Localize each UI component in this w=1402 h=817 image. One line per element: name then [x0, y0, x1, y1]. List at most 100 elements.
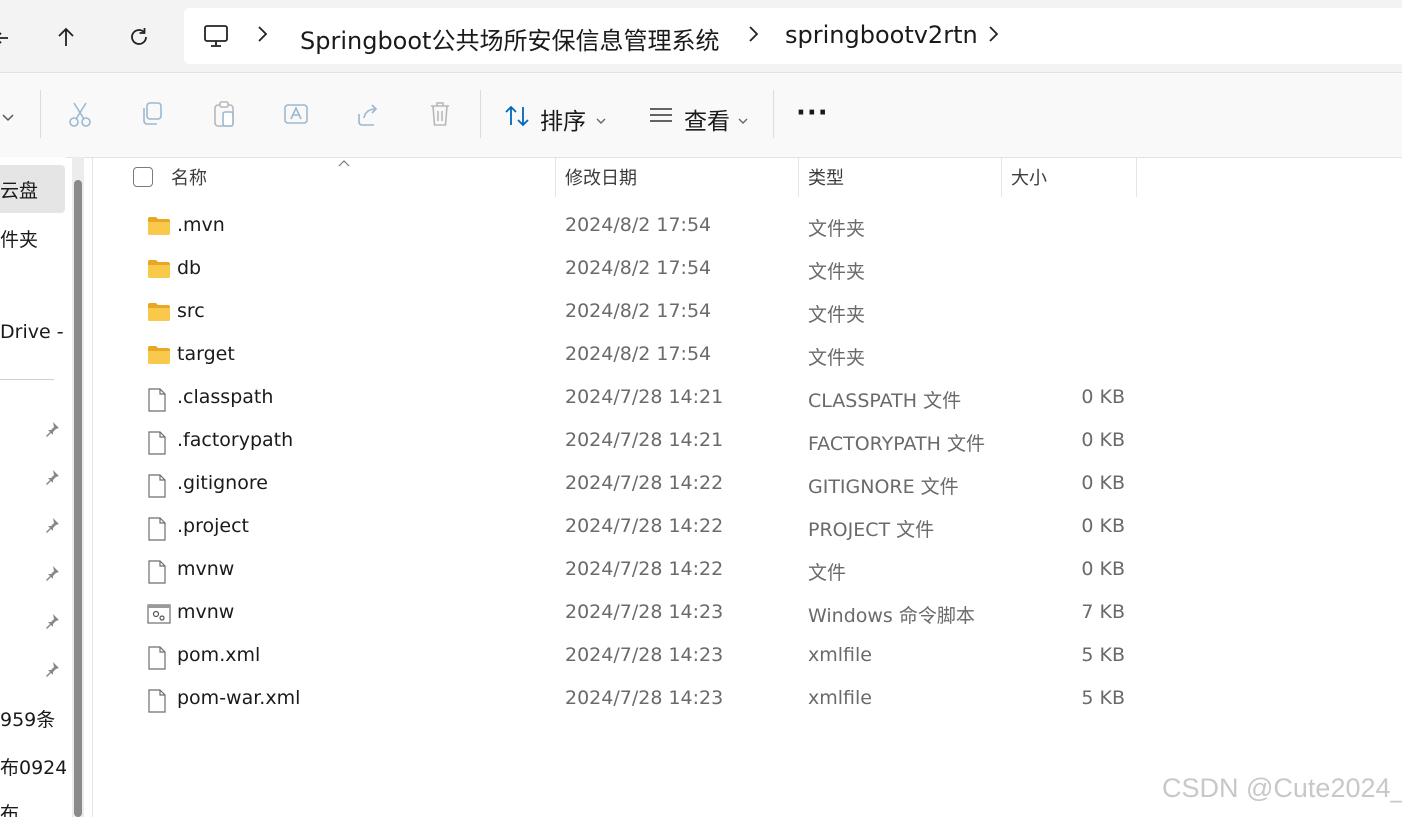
view-button[interactable]: 查看 [644, 96, 754, 136]
file-date: 2024/7/28 14:23 [565, 601, 724, 623]
view-icon [648, 106, 674, 130]
chevron-right-icon[interactable] [256, 24, 270, 50]
sort-label: 排序 [540, 109, 586, 135]
chevron-right-icon[interactable] [987, 24, 1001, 50]
pin-icon[interactable] [44, 421, 60, 437]
pin-icon[interactable] [44, 661, 60, 677]
file-icon [147, 388, 171, 412]
file-type: GITIGNORE 文件 [808, 476, 959, 498]
file-type: xmlfile [808, 644, 872, 666]
file-row[interactable]: mvnw 2024/7/28 14:22 文件 0 KB [130, 549, 1140, 592]
file-row[interactable]: .project 2024/7/28 14:22 PROJECT 文件 0 KB [130, 506, 1140, 549]
sidebar-scrollbar-thumb[interactable] [74, 180, 82, 817]
script-icon [147, 603, 171, 625]
column-divider[interactable] [798, 157, 799, 197]
view-label: 查看 [684, 109, 730, 135]
column-divider[interactable] [1001, 157, 1002, 197]
file-row[interactable]: pom.xml 2024/7/28 14:23 xmlfile 5 KB [130, 635, 1140, 678]
file-name: db [177, 257, 202, 279]
sidebar-item[interactable]: 959条 [0, 705, 55, 732]
sidebar-item-folder[interactable]: 件夹 [0, 225, 38, 252]
file-row[interactable]: .gitignore 2024/7/28 14:22 GITIGNORE 文件 0 K… [130, 463, 1140, 506]
file-row[interactable]: mvnw 2024/7/28 14:23 Windows 命令脚本 7 KB [130, 592, 1140, 635]
file-row[interactable]: .classpath 2024/7/28 14:21 CLASSPATH 文件 0 K… [130, 377, 1140, 420]
chevron-down-icon [738, 111, 748, 130]
chevron-down-icon [596, 111, 606, 130]
file-type: PROJECT 文件 [808, 519, 935, 541]
pin-icon[interactable] [44, 469, 60, 485]
file-date: 2024/8/2 17:54 [565, 343, 712, 365]
watermark: CSDN @Cute2024_ [1162, 773, 1402, 803]
refresh-icon[interactable] [121, 19, 157, 55]
file-type: 文件夹 [808, 304, 866, 326]
paste-icon[interactable] [207, 97, 241, 131]
file-name: .classpath [177, 386, 274, 408]
chevron-right-icon[interactable] [747, 24, 761, 50]
more-options-button[interactable]: ··· [796, 98, 829, 128]
computer-icon[interactable] [203, 24, 229, 52]
file-name: target [177, 343, 235, 365]
sort-button[interactable]: 排序 [500, 96, 610, 136]
file-size: 0 KB [1081, 515, 1125, 537]
share-icon[interactable] [351, 97, 385, 131]
pin-icon[interactable] [44, 613, 60, 629]
rename-icon[interactable] [279, 97, 313, 131]
delete-icon[interactable] [423, 97, 457, 131]
file-icon [147, 689, 171, 713]
file-row[interactable]: .factorypath 2024/7/28 14:21 FACTORYPATH 文… [130, 420, 1140, 463]
file-row[interactable]: target 2024/8/2 17:54 文件夹 [130, 334, 1140, 377]
sidebar-item[interactable]: 布0924 [0, 753, 66, 780]
file-type: CLASSPATH 文件 [808, 390, 962, 412]
up-arrow-icon[interactable] [48, 19, 84, 55]
file-date: 2024/8/2 17:54 [565, 214, 712, 236]
file-date: 2024/7/28 14:21 [565, 386, 724, 408]
file-name: mvnw [177, 601, 235, 623]
pin-icon[interactable] [44, 565, 60, 581]
sort-ascending-icon [338, 152, 350, 171]
toolbar-divider [480, 90, 481, 138]
chevron-down-icon[interactable] [2, 108, 14, 127]
toolbar-divider [773, 90, 774, 138]
breadcrumb-item[interactable]: Springboot公共场所安保信息管理系统 [300, 21, 719, 56]
cut-icon[interactable] [63, 97, 97, 131]
sidebar-item-cloud[interactable]: 云盘 [0, 176, 38, 203]
folder-icon [147, 216, 171, 238]
file-row[interactable]: .mvn 2024/8/2 17:54 文件夹 [130, 205, 1140, 248]
file-row[interactable]: src 2024/8/2 17:54 文件夹 [130, 291, 1140, 334]
copy-icon[interactable] [135, 97, 169, 131]
file-name: pom.xml [177, 644, 261, 666]
file-date: 2024/8/2 17:54 [565, 257, 712, 279]
folder-icon [147, 345, 171, 367]
file-name: pom-war.xml [177, 687, 301, 709]
file-type: Windows 命令脚本 [808, 605, 975, 627]
column-divider[interactable] [1136, 157, 1137, 197]
file-name: src [177, 300, 205, 322]
file-row[interactable]: db 2024/8/2 17:54 文件夹 [130, 248, 1140, 291]
file-date: 2024/7/28 14:21 [565, 429, 724, 451]
file-icon [147, 474, 171, 498]
column-header-size[interactable]: 大小 [1011, 164, 1047, 190]
column-header-name[interactable]: 名称 [171, 164, 207, 190]
sort-icon [504, 104, 530, 132]
file-icon [147, 431, 171, 455]
file-date: 2024/7/28 14:23 [565, 644, 724, 666]
file-type: 文件夹 [808, 218, 866, 240]
sidebar-item[interactable]: 布 [0, 799, 19, 817]
file-date: 2024/7/28 14:22 [565, 472, 724, 494]
file-row[interactable]: pom-war.xml 2024/7/28 14:23 xmlfile 5 KB [130, 678, 1140, 721]
column-divider[interactable] [555, 157, 556, 197]
pin-icon[interactable] [44, 517, 60, 533]
back-icon[interactable] [0, 20, 22, 56]
file-type: xmlfile [808, 687, 872, 709]
file-date: 2024/8/2 17:54 [565, 300, 712, 322]
file-type: 文件夹 [808, 347, 866, 369]
file-size: 5 KB [1081, 644, 1125, 666]
breadcrumb-item[interactable]: springbootv2rtn [785, 21, 978, 49]
file-size: 0 KB [1081, 472, 1125, 494]
file-type: FACTORYPATH 文件 [808, 433, 985, 455]
select-all-checkbox[interactable] [133, 167, 153, 187]
column-header-type[interactable]: 类型 [808, 164, 844, 190]
file-name: .factorypath [177, 429, 294, 451]
sidebar-item-onedrive[interactable]: Drive - I [0, 321, 66, 343]
column-header-date[interactable]: 修改日期 [565, 164, 637, 190]
